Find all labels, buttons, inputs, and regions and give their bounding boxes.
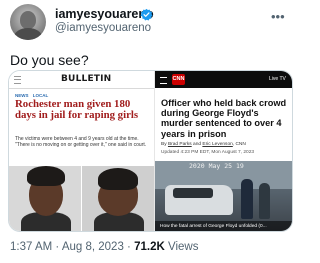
views-count[interactable]: 71.2K bbox=[134, 241, 165, 253]
bulletin-screenshot: BULLETIN NEWS LOCAL Rochester man given … bbox=[9, 71, 154, 231]
tweet-media[interactable]: BULLETIN NEWS LOCAL Rochester man given … bbox=[8, 70, 293, 232]
views-label: Views bbox=[167, 241, 199, 253]
live-tv-label: Live TV bbox=[269, 76, 286, 82]
byline-and: and bbox=[193, 142, 202, 147]
mugshot-hair bbox=[98, 168, 138, 190]
tweet-date[interactable]: Aug 8, 2023 bbox=[62, 241, 124, 253]
video-caption: How the fatal arrest of George Floyd unf… bbox=[160, 224, 267, 229]
video-car-window bbox=[173, 188, 213, 198]
video-officer bbox=[241, 179, 253, 219]
more-options-icon[interactable]: ••• bbox=[271, 9, 285, 24]
cnn-updated: Updated 4:23 PM EDT, Mon August 7, 2023 bbox=[161, 150, 255, 155]
menu-icon bbox=[160, 77, 167, 84]
meta-separator-2: · bbox=[127, 241, 131, 253]
mugshot-profile bbox=[82, 166, 154, 231]
cnn-logo: CNN bbox=[172, 74, 185, 85]
user-handle[interactable]: @iamyesyouareno bbox=[55, 22, 151, 34]
avatar[interactable] bbox=[10, 4, 46, 40]
bulletin-body: The victims were between 4 and 9 years o… bbox=[15, 136, 147, 148]
tweet-time[interactable]: 1:37 AM bbox=[10, 241, 52, 253]
cnn-screenshot: CNN Live TV Officer who held back crowd … bbox=[155, 71, 292, 231]
verified-badge-icon bbox=[140, 8, 153, 21]
video-person bbox=[259, 183, 270, 219]
bulletin-logo: BULLETIN bbox=[61, 74, 112, 84]
bulletin-header: BULLETIN bbox=[9, 71, 154, 89]
avatar-face bbox=[20, 11, 36, 29]
meta-separator: · bbox=[55, 241, 60, 253]
tweet-text: Do you see? bbox=[10, 52, 89, 68]
avatar-body bbox=[14, 28, 42, 40]
menu-icon bbox=[14, 76, 21, 84]
byline-author-1: Brad Parks bbox=[167, 142, 192, 147]
bulletin-headline: Rochester man given 180 days in jail for… bbox=[15, 98, 139, 121]
byline-prefix: By bbox=[161, 142, 167, 147]
cnn-header: CNN Live TV bbox=[155, 71, 292, 88]
byline-author-2: Eric Levenson bbox=[202, 142, 233, 147]
tweet-meta: 1:37 AM · Aug 8, 2023 · 71.2K Views bbox=[10, 241, 198, 253]
cnn-byline: By Brad Parks and Eric Levenson, CNN bbox=[161, 142, 291, 148]
video-caption-bar: How the fatal arrest of George Floyd unf… bbox=[155, 221, 292, 231]
mugshot-front bbox=[9, 166, 81, 231]
byline-outlet: , CNN bbox=[232, 142, 246, 147]
cnn-video-still: 2020 May 25 19 How the fatal arrest of G… bbox=[155, 161, 292, 231]
video-timestamp: 2020 May 25 19 bbox=[189, 162, 244, 170]
display-name[interactable]: iamyesyouareno bbox=[55, 7, 154, 21]
mugshot-hair bbox=[27, 166, 65, 186]
tweet: iamyesyouareno @iamyesyouareno ••• Do yo… bbox=[0, 0, 300, 263]
cnn-headline: Officer who held back crowd during Georg… bbox=[161, 98, 287, 139]
